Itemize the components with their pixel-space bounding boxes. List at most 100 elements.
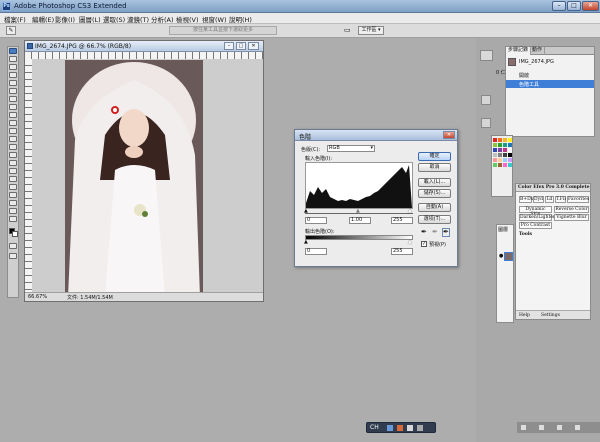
tray-icon-1[interactable] [521, 425, 526, 430]
auto-button[interactable]: 自動(A) [418, 203, 451, 212]
language-indicator[interactable]: CH [370, 424, 379, 431]
efex-tab-dyd[interactable]: Dyd [533, 196, 544, 203]
color-swatch[interactable] [493, 148, 497, 152]
marquee-tool-icon[interactable] [9, 56, 17, 62]
menu-layer[interactable]: 圖層(L) [79, 14, 101, 24]
input-gamma-handle[interactable]: ▲ [356, 208, 360, 214]
hand-tool-icon[interactable] [9, 208, 17, 214]
menu-window[interactable]: 視窗(W) [202, 14, 227, 24]
blur-tool-icon[interactable] [9, 144, 17, 150]
zoom-level[interactable]: 66.67% [28, 294, 47, 300]
document-title-bar[interactable]: IMG_2674.JPG @ 66.7% (RGB/8) – □ ✕ [25, 41, 263, 52]
crop-tool-icon[interactable] [9, 80, 17, 86]
gray-eyedropper-icon[interactable]: ✒ [432, 228, 438, 236]
color-swatch[interactable] [498, 148, 502, 152]
color-swatch[interactable] [498, 163, 502, 167]
tray-icon-2[interactable] [539, 425, 544, 430]
color-swatch[interactable] [508, 138, 512, 142]
eye-icon[interactable]: ● [499, 253, 503, 259]
color-swatch[interactable] [503, 138, 507, 142]
efex-vignette-blur[interactable]: Vignette Blur [554, 214, 589, 221]
doc-maximize-button[interactable]: □ [236, 42, 246, 50]
input-white-handle[interactable]: ▲ [408, 208, 412, 214]
ime-icon[interactable] [387, 425, 393, 431]
menu-analysis[interactable]: 分析(A) [151, 14, 174, 24]
color-swatch[interactable] [498, 138, 502, 142]
black-eyedropper-icon[interactable]: ✒ [421, 228, 427, 236]
efex-settings-button[interactable]: Settings [541, 313, 560, 318]
clone-stamp-tool-icon[interactable] [9, 112, 17, 118]
color-swatch[interactable] [498, 153, 502, 157]
menu-select[interactable]: 選取(S) [103, 14, 125, 24]
color-swatch[interactable] [493, 143, 497, 147]
slice-tool-icon[interactable] [9, 88, 17, 94]
navigator-collapsed-icon[interactable] [480, 50, 493, 61]
zoom-tool-icon[interactable] [9, 216, 17, 222]
color-swatch[interactable] [508, 148, 512, 152]
efex-tab-ld[interactable]: Ld [545, 196, 554, 203]
input-black-field[interactable]: 0 [305, 217, 327, 224]
background-color-swatch[interactable] [12, 231, 18, 237]
tab-history[interactable]: 步驟記錄 [506, 47, 532, 55]
screen-mode-icon[interactable] [9, 253, 17, 259]
eyedropper-tool-icon[interactable]: ✎ [6, 26, 16, 35]
tray-icon-3[interactable] [557, 425, 562, 430]
tab-actions[interactable]: 動作 [530, 47, 546, 55]
history-item-open[interactable]: 開啟 [519, 72, 529, 79]
gradient-tool-icon[interactable] [9, 136, 17, 142]
save-button[interactable]: 儲存(S)... [418, 189, 451, 198]
color-swatch[interactable] [493, 153, 497, 157]
load-button[interactable]: 載入(L)... [418, 178, 451, 187]
snapshot-name[interactable]: IMG_2674.JPG [519, 59, 554, 65]
close-button[interactable]: ✕ [582, 1, 599, 11]
efex-tab-bdx[interactable]: B+Dx [519, 196, 533, 203]
color-swatch[interactable] [493, 158, 497, 162]
cancel-button[interactable]: 取消 [418, 163, 451, 172]
healing-brush-tool-icon[interactable] [9, 96, 17, 102]
color-swatch[interactable] [493, 163, 497, 167]
efex-help-button[interactable]: Help [519, 313, 530, 318]
options-button[interactable]: 選項(T)... [418, 215, 451, 224]
shape-tool-icon[interactable] [9, 184, 17, 190]
move-tool-icon[interactable] [9, 48, 17, 54]
levels-close-button[interactable]: ✕ [443, 131, 455, 139]
color-swatch[interactable] [493, 138, 497, 142]
dodge-tool-icon[interactable] [9, 152, 17, 158]
output-black-handle[interactable]: ▲ [304, 239, 308, 245]
input-black-handle[interactable]: ▲ [304, 208, 308, 214]
type-tool-icon[interactable] [9, 168, 17, 174]
output-white-field[interactable]: 255 [391, 248, 413, 255]
ime-help-icon[interactable] [417, 425, 423, 431]
levels-dialog-title-bar[interactable]: 色階 ✕ [295, 130, 457, 141]
color-swatch[interactable] [498, 158, 502, 162]
menu-edit[interactable]: 編輯(E) [32, 14, 54, 24]
pen-tool-icon[interactable] [9, 160, 17, 166]
ime-mode-icon[interactable] [397, 425, 403, 431]
palette-well-icon[interactable]: ▭ [344, 26, 356, 35]
color-swatch[interactable] [508, 163, 512, 167]
menu-filter[interactable]: 濾鏡(T) [127, 14, 149, 24]
color-swatch[interactable] [503, 148, 507, 152]
minimize-button[interactable]: – [552, 1, 566, 11]
lasso-tool-icon[interactable] [9, 64, 17, 70]
efex-reverse-color[interactable]: Reverse Color [554, 206, 589, 213]
doc-minimize-button[interactable]: – [224, 42, 234, 50]
color-swatch[interactable] [508, 143, 512, 147]
input-white-field[interactable]: 255 [391, 217, 413, 224]
color-swatch[interactable] [508, 153, 512, 157]
magic-wand-tool-icon[interactable] [9, 72, 17, 78]
efex-pro-contrast[interactable]: Pro Contrast [519, 222, 552, 229]
workspace-button[interactable]: 工作區 ▾ [358, 26, 384, 35]
efex-tab-favorites[interactable]: Favorites [567, 196, 589, 203]
maximize-button[interactable]: □ [567, 1, 581, 11]
menu-help[interactable]: 說明(H) [229, 14, 252, 24]
menu-view[interactable]: 檢視(V) [176, 14, 199, 24]
ok-button[interactable]: 確定 [418, 152, 451, 161]
color-swatch[interactable] [503, 143, 507, 147]
input-gamma-field[interactable]: 1.00 [349, 217, 371, 224]
collapsed-panel-icon[interactable] [481, 95, 491, 105]
preview-checkbox[interactable]: ✓ [421, 241, 427, 247]
efex-dynamic-skin[interactable]: Dynamic Skin [519, 206, 552, 217]
doc-close-button[interactable]: ✕ [248, 42, 259, 50]
color-swatch[interactable] [498, 143, 502, 147]
